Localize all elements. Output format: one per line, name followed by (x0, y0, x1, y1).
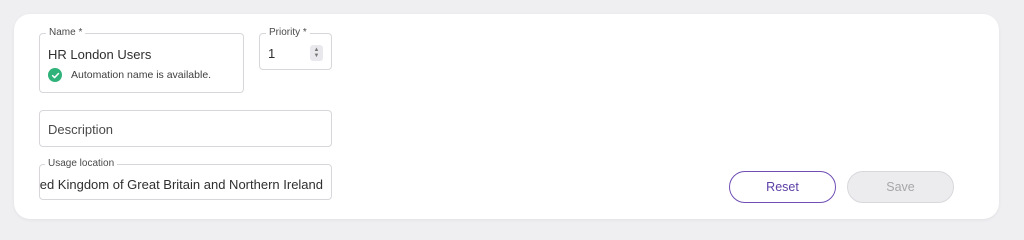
name-availability-helper: Automation name is available. (48, 68, 211, 82)
description-input[interactable]: Description (48, 122, 113, 137)
priority-stepper[interactable]: ▲ ▼ (310, 45, 323, 61)
check-circle-icon (48, 68, 62, 82)
save-button[interactable]: Save (847, 171, 954, 203)
usage-location-input[interactable]: United Kingdom of Great Britain and Nort… (40, 177, 323, 192)
name-helper-text: Automation name is available. (71, 69, 212, 81)
name-label: Name * (46, 27, 86, 39)
reset-button[interactable]: Reset (729, 171, 836, 203)
usage-location-label: Usage location (45, 158, 118, 170)
description-field[interactable]: Description (39, 110, 332, 147)
name-input[interactable]: HR London Users (48, 47, 151, 62)
name-field[interactable]: Name * HR London Users Automation name i… (39, 27, 244, 93)
priority-field[interactable]: Priority * 1 ▲ ▼ (259, 27, 332, 70)
chevron-down-icon[interactable]: ▼ (314, 53, 320, 59)
automation-form-card: Name * HR London Users Automation name i… (14, 14, 999, 219)
priority-input[interactable]: 1 (268, 46, 275, 61)
priority-label: Priority * (266, 27, 310, 39)
